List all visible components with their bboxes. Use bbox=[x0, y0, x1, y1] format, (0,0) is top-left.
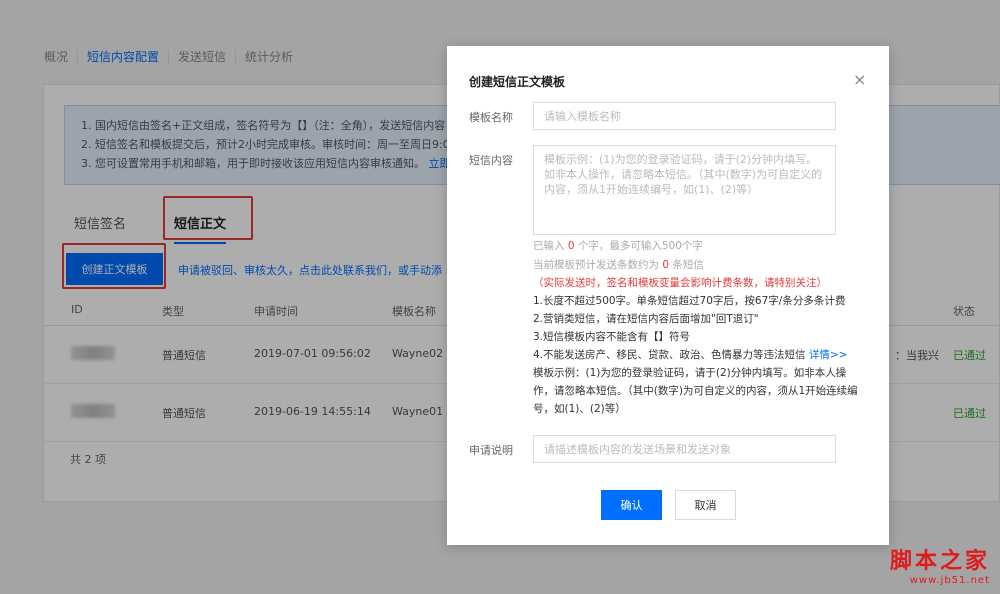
template-rules: 1.长度不超过500字。单条短信超过70字后，按67字/条分多条计费 2.营销类… bbox=[533, 292, 863, 418]
billing-warning: （实际发送时，签名和模板变量会影响计费条数，请特别关注） bbox=[533, 277, 827, 289]
char-count-prefix: 已输入 bbox=[533, 240, 565, 252]
description-input[interactable]: 请描述模板内容的发送场景和发送对象 bbox=[533, 435, 836, 463]
template-name-input[interactable]: 请输入模板名称 bbox=[533, 102, 836, 130]
dialog-title: 创建短信正文模板 bbox=[469, 75, 566, 89]
rule-2: 2.营销类短信，请在短信内容后面增加"回T退订" bbox=[533, 313, 759, 325]
rule-4-text: 4.不能发送房产、移民、贷款、政治、色情暴力等违法短信 bbox=[533, 349, 806, 361]
sms-content-label: 短信内容 bbox=[469, 154, 513, 167]
watermark-url: www.jb51.net bbox=[909, 575, 990, 586]
template-example: 模板示例：(1)为您的登录验证码，请于(2)分钟内填写。如非本人操作，请忽略本短… bbox=[533, 367, 858, 415]
site-watermark: 脚本之家 www.jb51.net bbox=[890, 543, 990, 586]
estimate-suffix: 条短信 bbox=[672, 259, 704, 271]
template-name-label: 模板名称 bbox=[469, 111, 513, 124]
char-count-value: 0 bbox=[567, 240, 575, 252]
watermark-logo-text: 脚本之家 bbox=[889, 548, 990, 574]
create-template-dialog: 创建短信正文模板 × 模板名称 请输入模板名称 短信内容 模板示例：(1)为您的… bbox=[447, 46, 889, 545]
rule-4-details-link[interactable]: 详情>> bbox=[809, 349, 848, 361]
rule-4: 4.不能发送房产、移民、贷款、政治、色情暴力等违法短信 详情>> bbox=[533, 346, 863, 364]
confirm-button[interactable]: 确认 bbox=[601, 490, 662, 520]
char-count-suffix: 个字，最多可输入500个字 bbox=[577, 240, 703, 252]
estimate-prefix: 当前模板预计发送条数约为 bbox=[533, 259, 659, 271]
estimate-value: 0 bbox=[662, 259, 670, 271]
cancel-button[interactable]: 取消 bbox=[675, 490, 736, 520]
rule-1: 1.长度不超过500字。单条短信超过70字后，按67字/条分多条计费 bbox=[533, 295, 846, 307]
char-count-hint: 已输入 0 个字，最多可输入500个字 bbox=[533, 238, 703, 253]
sms-content-textarea[interactable]: 模板示例：(1)为您的登录验证码，请于(2)分钟内填写。如非本人操作，请忽略本短… bbox=[533, 145, 836, 235]
close-icon[interactable]: × bbox=[853, 70, 866, 89]
rule-3: 3.短信模板内容不能含有【】符号 bbox=[533, 331, 691, 343]
description-label: 申请说明 bbox=[469, 444, 513, 457]
estimate-hint: 当前模板预计发送条数约为 0 条短信 bbox=[533, 257, 704, 272]
